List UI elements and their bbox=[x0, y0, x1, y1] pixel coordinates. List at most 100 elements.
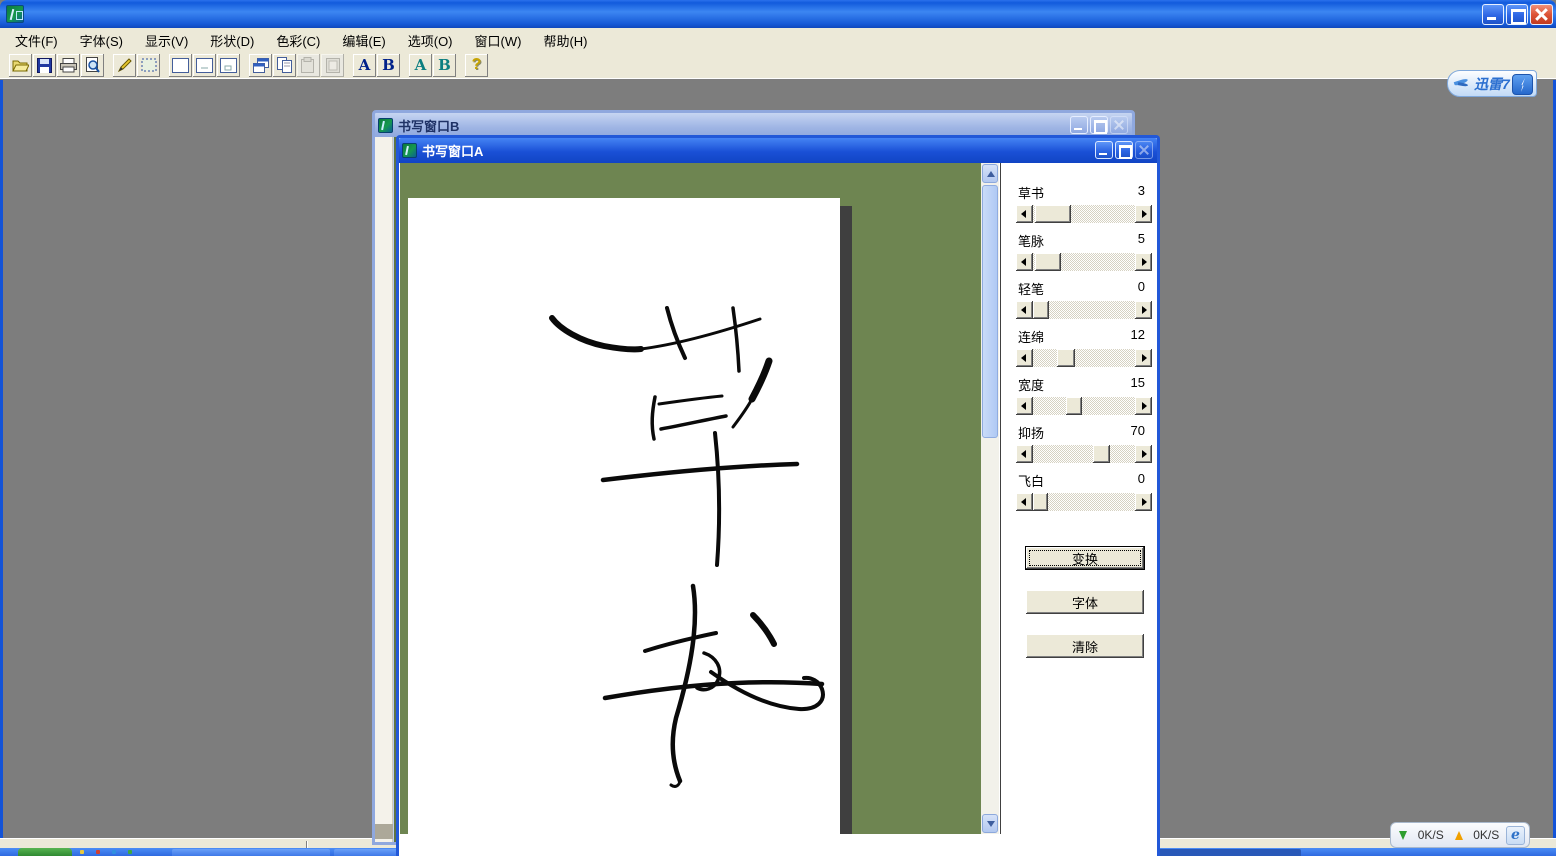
window-b-minimize-button[interactable] bbox=[1070, 116, 1088, 134]
menubar: 文件(F) 字体(S) 显示(V) 形状(D) 色彩(C) 编辑(E) 选项(O… bbox=[0, 28, 1556, 52]
slider-left-arrow[interactable] bbox=[1016, 253, 1033, 271]
slider-kuandu[interactable] bbox=[1016, 397, 1152, 415]
slider-right-arrow[interactable] bbox=[1135, 493, 1152, 511]
marquee-tool-button[interactable] bbox=[137, 54, 160, 77]
quicklaunch-icon[interactable] bbox=[112, 850, 116, 854]
quicklaunch-icon[interactable] bbox=[128, 850, 132, 854]
font-b-button[interactable]: B bbox=[377, 54, 400, 77]
slider-left-arrow[interactable] bbox=[1016, 205, 1033, 223]
slider-yiyang[interactable] bbox=[1016, 445, 1152, 463]
window-b-maximize-button[interactable] bbox=[1090, 116, 1108, 134]
menu-help[interactable]: 帮助(H) bbox=[532, 28, 598, 53]
open-button[interactable] bbox=[9, 54, 32, 77]
slider-left-arrow[interactable] bbox=[1016, 397, 1033, 415]
frame-left-edge bbox=[0, 80, 3, 838]
font-b2-button[interactable]: B bbox=[433, 54, 456, 77]
clipboard-icon bbox=[326, 58, 340, 73]
slider-feibai[interactable] bbox=[1016, 493, 1152, 511]
start-button[interactable] bbox=[18, 848, 72, 856]
writing-window-a[interactable]: 书写窗口A bbox=[396, 135, 1160, 856]
menu-edit[interactable]: 编辑(E) bbox=[331, 28, 396, 53]
slider-label-qingbi: 轻笔 bbox=[1018, 279, 1044, 298]
menu-color[interactable]: 色彩(C) bbox=[265, 28, 331, 53]
scroll-up-button[interactable] bbox=[982, 164, 998, 183]
slider-right-arrow[interactable] bbox=[1135, 301, 1152, 319]
slider-right-arrow[interactable] bbox=[1135, 445, 1152, 463]
menu-font[interactable]: 字体(S) bbox=[69, 28, 134, 53]
transform-button[interactable]: 变换 bbox=[1026, 547, 1144, 569]
clipboard-button bbox=[321, 54, 344, 77]
close-button[interactable] bbox=[1530, 4, 1553, 25]
window-b-titlebar[interactable]: 书写窗口B bbox=[375, 113, 1132, 137]
window-b-close-button[interactable] bbox=[1110, 116, 1128, 134]
window-a-minimize-button[interactable] bbox=[1095, 141, 1113, 159]
slider-right-arrow[interactable] bbox=[1135, 205, 1152, 223]
slider-right-arrow[interactable] bbox=[1135, 349, 1152, 367]
menu-window[interactable]: 窗口(W) bbox=[464, 28, 533, 53]
minimize-button[interactable] bbox=[1482, 4, 1504, 25]
pencil-tool-button[interactable] bbox=[113, 54, 136, 77]
slider-thumb[interactable] bbox=[1035, 205, 1071, 223]
paper[interactable] bbox=[408, 198, 840, 834]
taskbar-item[interactable] bbox=[172, 849, 330, 856]
slider-thumb[interactable] bbox=[1057, 349, 1075, 367]
slider-thumb[interactable] bbox=[1033, 493, 1048, 511]
slider-caoshu[interactable] bbox=[1016, 205, 1152, 223]
slider-label-yiyang: 抑扬 bbox=[1018, 423, 1044, 442]
slider-left-arrow[interactable] bbox=[1016, 445, 1033, 463]
app-icon[interactable] bbox=[6, 5, 24, 23]
font-a2-button[interactable]: A bbox=[409, 54, 432, 77]
layout-three-window-button[interactable] bbox=[217, 54, 240, 77]
copy-button[interactable] bbox=[273, 54, 296, 77]
maximize-button[interactable] bbox=[1506, 4, 1528, 25]
window-b-client-strip bbox=[375, 137, 393, 842]
print-button[interactable] bbox=[57, 54, 80, 77]
window-icon bbox=[172, 58, 189, 73]
slider-thumb[interactable] bbox=[1066, 397, 1082, 415]
save-button[interactable] bbox=[33, 54, 56, 77]
slider-value-qingbi: 0 bbox=[1138, 279, 1145, 294]
writing-canvas[interactable] bbox=[400, 163, 981, 834]
help-button[interactable]: ? bbox=[465, 54, 488, 77]
slider-left-arrow[interactable] bbox=[1016, 349, 1033, 367]
quicklaunch-icon[interactable] bbox=[96, 850, 100, 854]
print-preview-button[interactable] bbox=[81, 54, 104, 77]
slider-bimai[interactable] bbox=[1016, 253, 1152, 271]
quicklaunch-icon[interactable] bbox=[80, 850, 84, 854]
clear-button[interactable]: 清除 bbox=[1026, 634, 1144, 658]
scroll-down-button[interactable] bbox=[982, 814, 998, 833]
font-button[interactable]: 字体 bbox=[1026, 590, 1144, 614]
copy-icon bbox=[277, 57, 292, 73]
menu-options[interactable]: 选项(O) bbox=[397, 28, 464, 53]
canvas-vertical-scrollbar[interactable] bbox=[981, 163, 999, 834]
slider-thumb[interactable] bbox=[1033, 301, 1049, 319]
menu-view[interactable]: 显示(V) bbox=[134, 28, 199, 53]
download-speed-widget[interactable]: 0K/S 0K/S e bbox=[1390, 822, 1530, 848]
slider-value-lianmian: 12 bbox=[1131, 327, 1145, 342]
slider-qingbi[interactable] bbox=[1016, 301, 1152, 319]
slider-right-arrow[interactable] bbox=[1135, 397, 1152, 415]
slider-lianmian[interactable] bbox=[1016, 349, 1152, 367]
cascade-windows-button[interactable] bbox=[249, 54, 272, 77]
window-a-close-button[interactable] bbox=[1135, 141, 1153, 159]
thunder-download-badge[interactable]: 迅雷7 bbox=[1447, 70, 1537, 97]
menu-shape[interactable]: 形状(D) bbox=[199, 28, 265, 53]
layout-one-window-button[interactable] bbox=[169, 54, 192, 77]
font-a-button[interactable]: A bbox=[353, 54, 376, 77]
window-a-titlebar[interactable]: 书写窗口A bbox=[399, 138, 1157, 163]
slider-value-bimai: 5 bbox=[1138, 231, 1145, 246]
slider-left-arrow[interactable] bbox=[1016, 493, 1033, 511]
menu-file[interactable]: 文件(F) bbox=[4, 28, 69, 53]
window-a-maximize-button[interactable] bbox=[1115, 141, 1133, 159]
scroll-thumb[interactable] bbox=[982, 185, 998, 438]
window-mini-icon bbox=[220, 58, 237, 73]
slider-right-arrow[interactable] bbox=[1135, 253, 1152, 271]
layout-two-window-button[interactable] bbox=[193, 54, 216, 77]
slider-thumb[interactable] bbox=[1093, 445, 1110, 463]
slider-left-arrow[interactable] bbox=[1016, 301, 1033, 319]
ie-browser-icon[interactable]: e bbox=[1506, 826, 1525, 845]
slider-thumb[interactable] bbox=[1035, 253, 1061, 271]
main-titlebar[interactable] bbox=[0, 0, 1556, 28]
lightning-bolt-icon[interactable] bbox=[1512, 74, 1533, 95]
slider-label-bimai: 笔脉 bbox=[1018, 231, 1044, 250]
